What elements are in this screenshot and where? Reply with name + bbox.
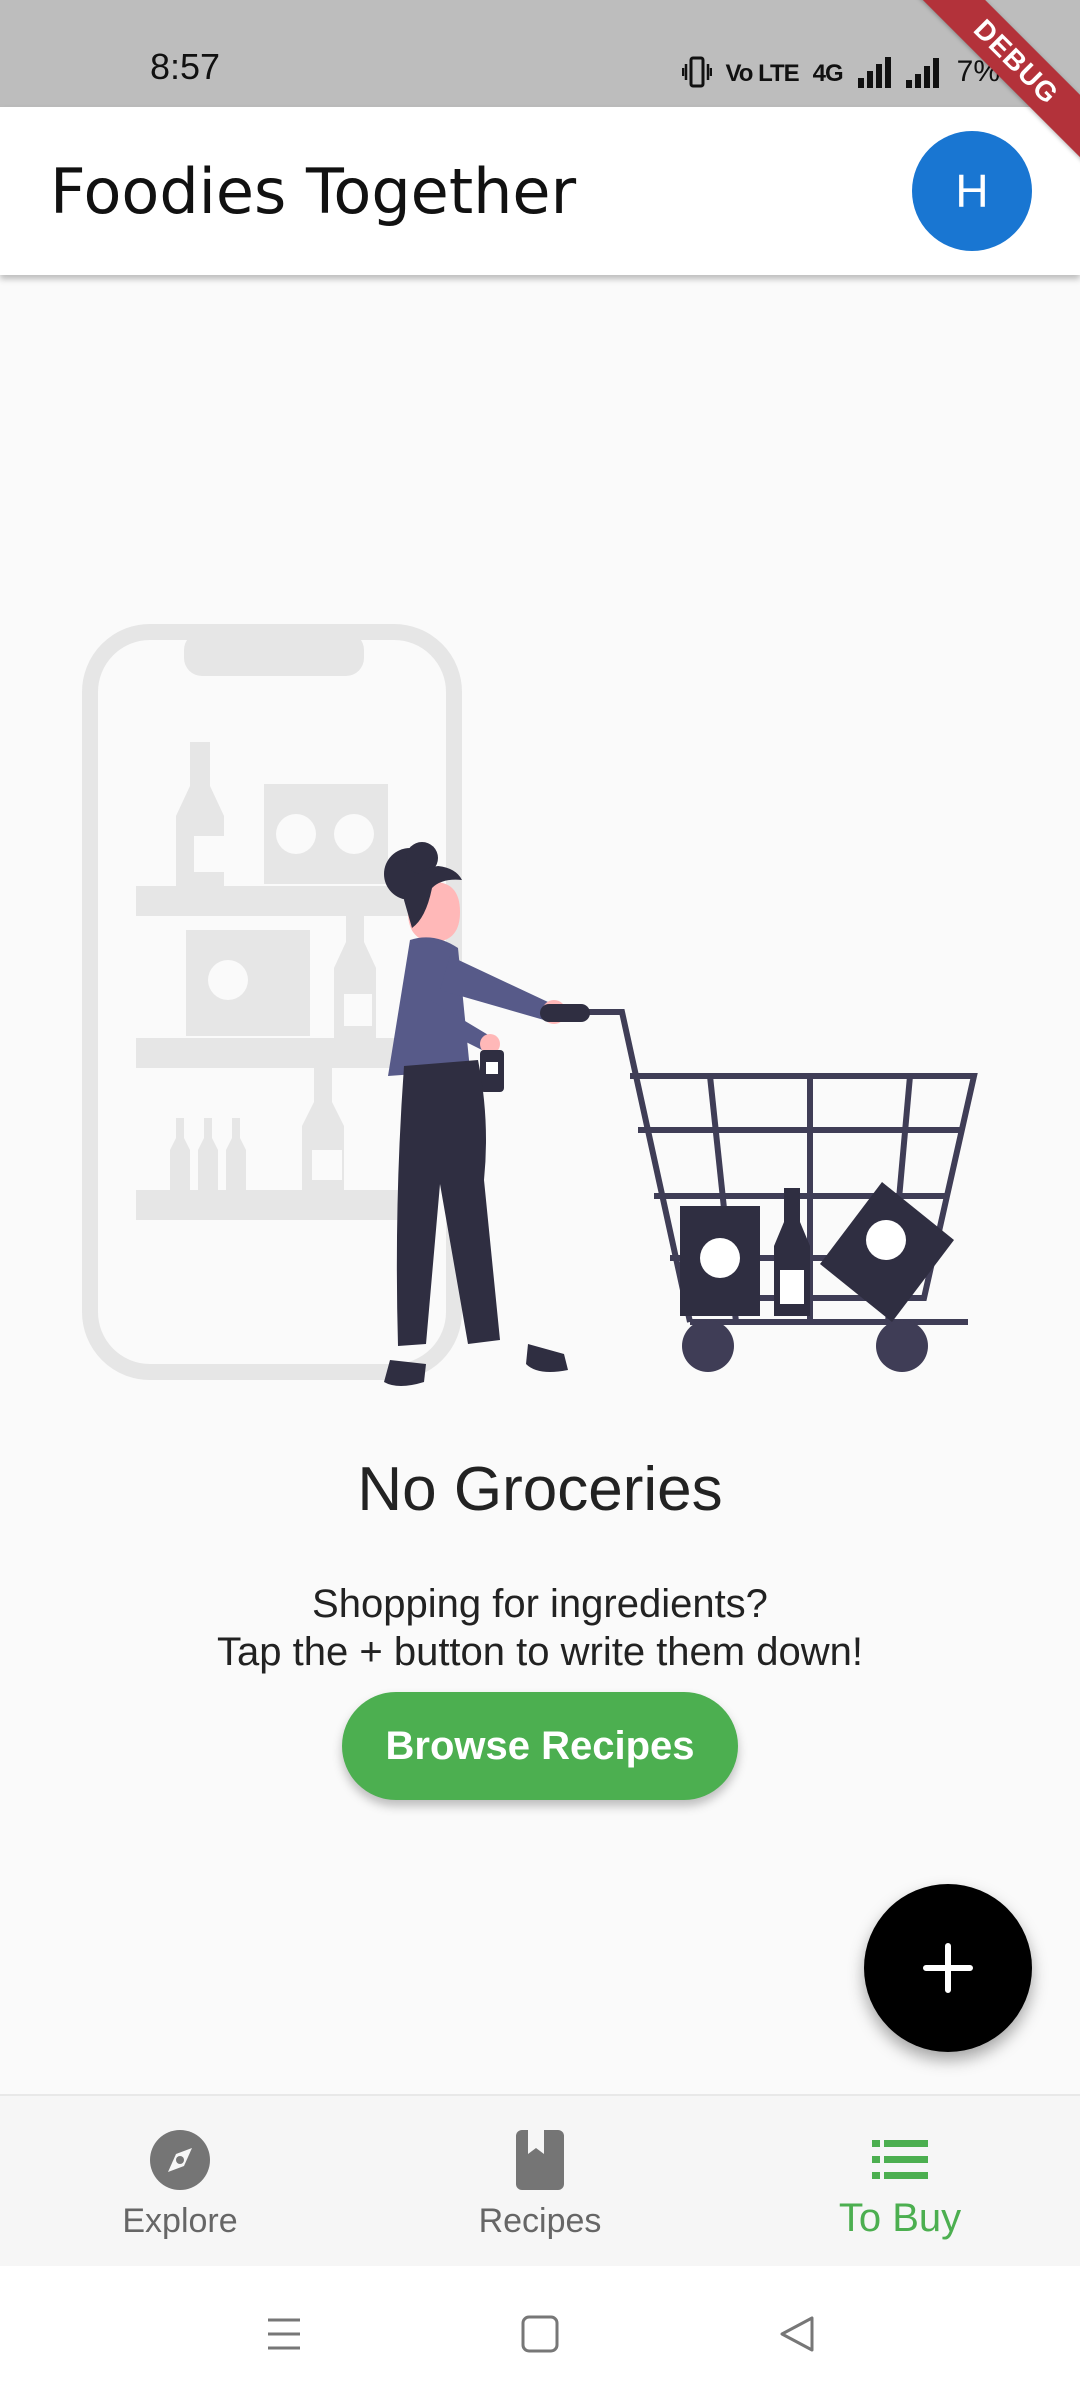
- compass-icon: [150, 2130, 210, 2190]
- profile-avatar[interactable]: H: [912, 131, 1032, 251]
- back-icon[interactable]: [776, 2312, 820, 2356]
- nav-explore-label: Explore: [122, 2202, 238, 2240]
- browse-recipes-button[interactable]: Browse Recipes: [342, 1692, 738, 1800]
- empty-state-subtitle-line2: Tap the + button to write them down!: [217, 1630, 863, 1674]
- vibrate-icon: [681, 56, 712, 88]
- status-icons: Vo LTE 4G 7%: [681, 54, 1000, 88]
- nav-recipes-label: Recipes: [478, 2202, 602, 2240]
- empty-state-title: No Groceries: [357, 1455, 723, 1524]
- bottom-navigation: Explore Recipes To Buy: [0, 2094, 1080, 2268]
- nav-to-buy-label: To Buy: [838, 2196, 962, 2240]
- status-bar: 8:57 Vo LTE 4G 7%: [0, 0, 1080, 107]
- signal-icon: [857, 57, 891, 88]
- book-icon: [516, 2130, 564, 2190]
- home-icon[interactable]: [518, 2312, 562, 2356]
- empty-state-subtitle: Shopping for ingredients? Tap the + butt…: [0, 1580, 1080, 1676]
- app-title: Foodies Together: [50, 155, 577, 228]
- status-time: 8:57: [150, 46, 221, 87]
- shopping-cart-illustration: [82, 624, 978, 1386]
- plus-icon: [923, 1943, 973, 1993]
- system-navigation-bar: [0, 2266, 1080, 2400]
- empty-state-subtitle-line1: Shopping for ingredients?: [312, 1582, 768, 1626]
- volte-indicator: Vo LTE: [725, 60, 800, 87]
- app-bar: Foodies Together H: [0, 107, 1080, 275]
- list-icon: [872, 2140, 928, 2179]
- nav-explore[interactable]: Explore: [0, 2096, 360, 2268]
- nav-to-buy[interactable]: To Buy: [720, 2096, 1080, 2268]
- nav-recipes[interactable]: Recipes: [360, 2096, 720, 2268]
- add-item-button[interactable]: [864, 1884, 1032, 2052]
- signal-icon-2: [905, 58, 939, 88]
- network-type: 4G: [812, 60, 844, 87]
- menu-icon[interactable]: [262, 2312, 306, 2356]
